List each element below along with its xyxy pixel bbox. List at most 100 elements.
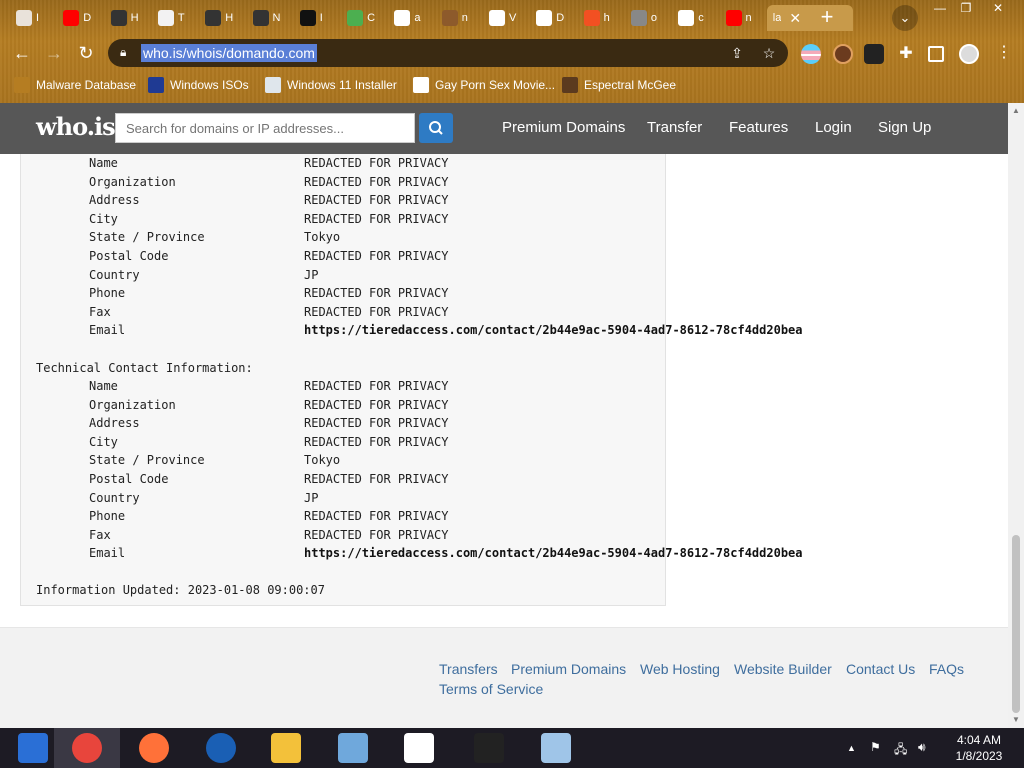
taskbar-app[interactable] — [320, 728, 386, 768]
tab-title: D — [83, 12, 92, 24]
browser-tab[interactable]: V — [483, 5, 528, 31]
action-center-flag-icon[interactable]: ⚑ — [870, 740, 881, 754]
whois-field-value: JP — [304, 490, 319, 505]
whois-field-label: Phone — [89, 286, 126, 301]
page-scrollbar[interactable]: ▲ ▼ — [1008, 103, 1024, 728]
minimize-button[interactable]: — — [926, 0, 954, 18]
tab-title: H — [130, 12, 139, 24]
system-clock[interactable]: 4:04 AM 1/8/2023 — [946, 732, 1012, 764]
avatar-extension-icon[interactable] — [833, 44, 853, 64]
browser-tab[interactable]: D — [57, 5, 102, 31]
taskbar-app[interactable] — [121, 728, 187, 768]
url-text[interactable]: who.is/whois/domando.com — [141, 44, 317, 62]
windows-taskbar: ▲ ⚑ 🖧︎ 🔊︎ 4:04 AM 1/8/2023 — [0, 728, 1024, 768]
youtube-icon — [725, 10, 742, 26]
nav-sign-up[interactable]: Sign Up — [878, 119, 931, 136]
footer-link-terms-of-service[interactable]: Terms of Service — [439, 681, 543, 697]
whois-field-label: State / Province — [89, 230, 205, 245]
browser-tab[interactable]: o — [625, 5, 670, 31]
scrollbar-thumb[interactable] — [1012, 535, 1020, 713]
whois-field-value: REDACTED FOR PRIVACY — [304, 249, 449, 263]
menu-kebab-icon[interactable]: ⋮ — [992, 42, 1016, 66]
tab-title: I — [319, 12, 323, 24]
nav-login[interactable]: Login — [815, 119, 852, 136]
tab-title: c — [698, 12, 704, 24]
whois-field-value: REDACTED FOR PRIVACY — [304, 193, 449, 208]
glasses-icon — [252, 10, 269, 26]
bookmark-label: Windows 11 Installer — [287, 78, 397, 92]
footer-link-website-builder[interactable]: Website Builder — [734, 661, 832, 677]
scroll-down-icon[interactable]: ▼ — [1011, 715, 1021, 725]
sims-icon — [18, 733, 48, 763]
close-window-button[interactable]: ✕ — [984, 0, 1012, 18]
nav-premium-domains[interactable]: Premium Domains — [502, 119, 625, 136]
browser-tab[interactable]: n — [436, 5, 481, 31]
forward-icon[interactable]: → — [42, 42, 66, 66]
new-tab-button[interactable]: + — [814, 6, 840, 30]
tab-title: N — [272, 12, 281, 24]
search-icon — [429, 121, 443, 135]
browser-tab[interactable]: c — [672, 5, 717, 31]
browser-tab[interactable]: n — [720, 5, 765, 31]
site-logo[interactable]: who.is — [36, 112, 116, 141]
footer-link-web-hosting[interactable]: Web Hosting — [640, 661, 720, 677]
volume-icon[interactable]: 🔊︎ — [918, 740, 926, 755]
taskbar-app[interactable] — [456, 728, 522, 768]
scroll-up-icon[interactable]: ▲ — [1011, 106, 1021, 116]
browser-tab[interactable]: C — [341, 5, 386, 31]
show-hidden-icons-icon[interactable]: ▲ — [847, 743, 856, 753]
bookmark-item[interactable]: Gay Porn Sex Movie... — [413, 75, 555, 95]
whois-field-value: REDACTED FOR PRIVACY — [304, 156, 449, 170]
footer-link-faqs[interactable]: FAQs — [929, 661, 964, 677]
whois-email-link[interactable]: https://tieredaccess.com/contact/2b44e9a… — [304, 323, 803, 337]
whois-field-label: Country — [89, 267, 140, 282]
whois-field-label: Phone — [89, 509, 126, 524]
taskbar-app[interactable] — [523, 728, 589, 768]
bookmark-item[interactable]: Espectral McGee — [562, 75, 676, 95]
browser-tab[interactable]: H — [199, 5, 244, 31]
glasses-extension-icon[interactable] — [864, 44, 884, 64]
bookmark-item[interactable]: Windows 11 Installer — [265, 75, 397, 95]
pride-flag-extension-icon[interactable] — [801, 44, 821, 64]
share-icon[interactable]: ⇪ — [728, 44, 746, 62]
nav-features[interactable]: Features — [729, 119, 788, 136]
reload-icon[interactable]: ↻ — [74, 42, 98, 66]
browser-tab[interactable]: D — [530, 5, 575, 31]
extensions-puzzle-icon[interactable]: ✚ — [896, 44, 916, 64]
taskbar-app[interactable] — [188, 728, 254, 768]
bookmark-item[interactable]: Malware Database — [14, 75, 136, 95]
taskbar-app[interactable] — [253, 728, 319, 768]
tab-search-button[interactable]: ⌄ — [892, 5, 918, 31]
footer-link-contact-us[interactable]: Contact Us — [846, 661, 915, 677]
taskbar-app[interactable] — [386, 728, 452, 768]
whois-email-link[interactable]: https://tieredaccess.com/contact/2b44e9a… — [304, 546, 803, 560]
back-icon[interactable]: ← — [10, 42, 34, 66]
profile-avatar-icon[interactable] — [959, 44, 979, 64]
side-panel-icon[interactable] — [928, 46, 944, 62]
footer-link-transfers[interactable]: Transfers — [439, 661, 498, 677]
whois-field-label: City — [89, 434, 118, 449]
browser-tab[interactable]: N — [247, 5, 292, 31]
browser-tab[interactable]: I — [10, 5, 55, 31]
ip-icon — [299, 10, 316, 26]
address-bar[interactable]: 🔒︎ who.is/whois/domando.com ⇪ ☆ — [108, 39, 788, 67]
network-icon[interactable]: 🖧︎ — [894, 740, 907, 761]
domain-search-input[interactable] — [115, 113, 415, 143]
browser-tab[interactable]: I — [294, 5, 339, 31]
nav-transfer[interactable]: Transfer — [647, 119, 702, 136]
footer-link-premium-domains[interactable]: Premium Domains — [511, 661, 626, 677]
v8-icon — [404, 733, 434, 763]
browser-tab[interactable]: h — [578, 5, 623, 31]
browser-chrome: I D H T H N I Ca n V Dh o c n la ✕ + ⌄ — ❐ ✕ ← → ↻ 🔒︎ w… — [0, 0, 1024, 103]
taskbar-app[interactable] — [54, 728, 120, 768]
close-tab-icon[interactable]: ✕ — [789, 10, 801, 27]
browser-tab[interactable]: a — [388, 5, 433, 31]
browser-tab[interactable]: T — [152, 5, 197, 31]
browser-tab[interactable]: H — [105, 5, 150, 31]
bookmark-star-icon[interactable]: ☆ — [760, 44, 778, 62]
bookmark-item[interactable]: Windows ISOs — [148, 75, 249, 95]
wikipedia-icon — [678, 10, 695, 26]
youtube-icon — [63, 10, 80, 26]
restore-button[interactable]: ❐ — [952, 0, 980, 18]
search-button[interactable] — [419, 113, 453, 143]
